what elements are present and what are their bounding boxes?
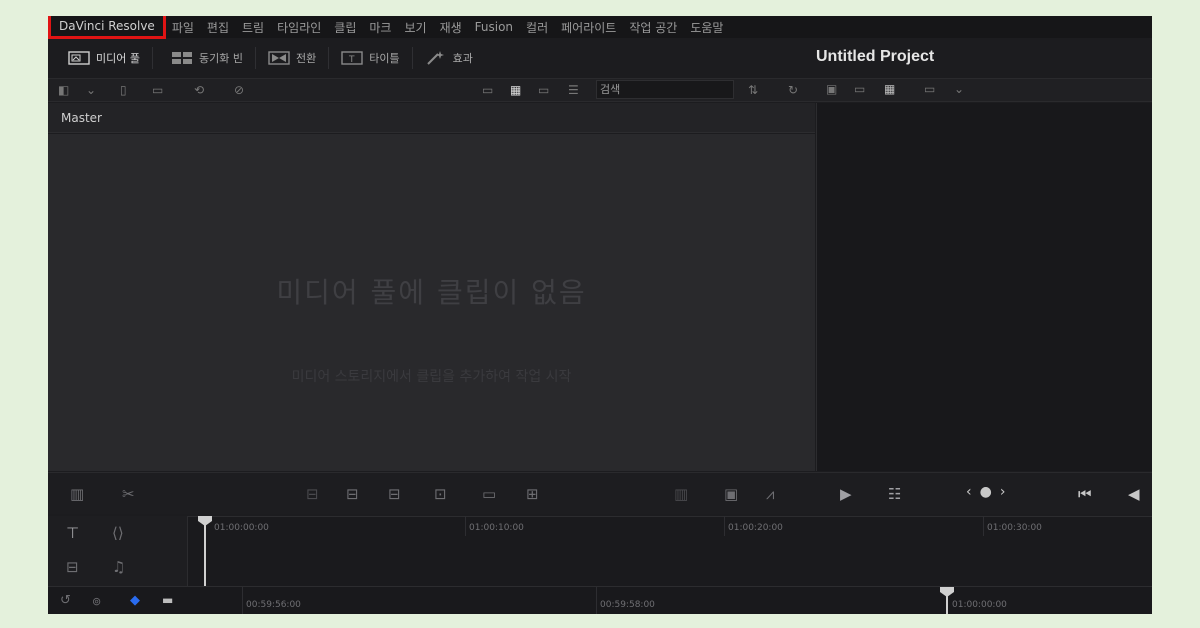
image-icon[interactable]: ▣ xyxy=(826,83,840,95)
mini-timecode-0: 00:59:56:00 xyxy=(246,600,301,610)
insert-track-icon[interactable]: ⊟ xyxy=(66,560,79,575)
playhead-line[interactable] xyxy=(204,524,206,586)
empty-pool-subtitle: 미디어 스토리지에서 클립을 추가하여 작업 시작 xyxy=(291,369,572,385)
menu-fusion[interactable]: Fusion xyxy=(475,20,513,34)
transitions-icon xyxy=(268,50,290,66)
waveform-icon[interactable]: ⩘ xyxy=(766,487,774,502)
timeline-ruler[interactable]: 01:00:00:00 01:00:10:00 01:00:20:00 01:0… xyxy=(188,516,1152,586)
sync-bin-label: 동기화 빈 xyxy=(198,52,243,65)
menu-view[interactable]: 보기 xyxy=(404,19,426,36)
empty-pool-title: 미디어 풀에 클립이 없음 xyxy=(276,276,587,309)
menu-mark[interactable]: 마크 xyxy=(369,19,391,36)
mini-playhead-line[interactable] xyxy=(946,595,948,614)
svg-text:T: T xyxy=(348,55,355,65)
snooze-icon[interactable]: ▥ xyxy=(70,487,84,502)
ruler-tick xyxy=(465,516,466,536)
transitions-label: 전환 xyxy=(295,52,317,65)
mini-timeline[interactable]: ↺ ⊚ ◆ ▬ 00:59:56:00 00:59:58:00 01:00:00… xyxy=(48,586,1152,614)
search-input[interactable]: 검색 xyxy=(596,80,734,99)
menu-fairlight[interactable]: 페어라이트 xyxy=(561,19,616,36)
image-compare-icon[interactable]: ▣ xyxy=(724,487,738,502)
menu-file[interactable]: 파일 xyxy=(172,19,194,36)
effects-button[interactable]: 효과 xyxy=(413,47,485,69)
jump-to-start-icon[interactable]: ⏮ xyxy=(1078,487,1092,502)
sync-audio-icon[interactable]: ▥ xyxy=(674,487,688,502)
lock-track-icon[interactable]: ⊤ xyxy=(66,526,79,541)
media-pool-label: 미디어 풀 xyxy=(96,52,140,65)
play-reverse-icon[interactable]: ◀ xyxy=(1128,487,1140,502)
sync-bin-icon xyxy=(171,50,193,66)
menu-davinci-resolve[interactable]: DaVinci Resolve xyxy=(48,16,166,39)
import-icon[interactable]: ▭ xyxy=(152,84,166,96)
viewer-chevron-down-icon[interactable]: ⌄ xyxy=(954,83,968,95)
adjust-icon[interactable]: ☷ xyxy=(888,487,901,502)
viewer-toolbar: ▣ ▭ ▦ ▭ ⌄ xyxy=(816,78,1152,102)
timecode-20: 01:00:20:00 xyxy=(728,523,783,533)
timecode-10: 01:00:10:00 xyxy=(469,523,524,533)
panel-toggle-icon[interactable]: ◧ xyxy=(58,84,72,96)
menu-color[interactable]: 컬러 xyxy=(526,19,548,36)
filmstrip-icon[interactable]: ▦ xyxy=(884,83,898,95)
mini-timecode-1: 00:59:58:00 xyxy=(600,600,655,610)
timecode-0: 01:00:00:00 xyxy=(214,523,269,533)
timecode-30: 01:00:30:00 xyxy=(987,523,1042,533)
effects-label: 효과 xyxy=(452,52,473,65)
scissors-icon[interactable]: ✂ xyxy=(122,487,135,502)
source-overwrite-icon[interactable]: ⊞ xyxy=(526,487,539,502)
clip-nav-control[interactable]: ‹●› xyxy=(966,484,1013,500)
menu-workspace[interactable]: 작업 공간 xyxy=(629,19,677,36)
bin-header[interactable]: Master xyxy=(48,103,815,133)
mini-timecode-2: 01:00:00:00 xyxy=(952,600,1007,610)
project-title: Untitled Project xyxy=(816,48,935,65)
titles-label: 타이틀 xyxy=(369,52,400,65)
menu-clip[interactable]: 클립 xyxy=(334,19,356,36)
davinci-resolve-window: DaVinci Resolve 파일 편집 트림 타임라인 클립 마크 보기 재… xyxy=(48,16,1152,614)
menu-bar: DaVinci Resolve 파일 편집 트림 타임라인 클립 마크 보기 재… xyxy=(48,16,1152,39)
place-on-top-icon[interactable]: ▭ xyxy=(482,487,496,502)
menu-playback[interactable]: 재생 xyxy=(440,19,462,36)
append-icon[interactable]: ⊟ xyxy=(346,487,359,502)
media-pool-icon xyxy=(68,50,90,66)
menu-help[interactable]: 도움말 xyxy=(690,19,723,36)
mini-tick xyxy=(242,587,243,614)
ripple-overwrite-icon[interactable]: ⊟ xyxy=(388,487,401,502)
filmstrip-view-icon[interactable]: ▭ xyxy=(538,84,552,96)
menu-timeline[interactable]: 타임라인 xyxy=(277,19,321,36)
ruler-tick xyxy=(983,516,984,536)
resolution-icon[interactable]: ▭ xyxy=(854,83,868,95)
smart-insert-icon[interactable]: ⊟ xyxy=(306,487,319,502)
link-clips-icon[interactable]: ⟨⟩ xyxy=(112,526,124,541)
menu-edit[interactable]: 편집 xyxy=(207,19,229,36)
refresh-icon[interactable]: ↻ xyxy=(788,84,802,96)
magic-wand-icon xyxy=(425,50,447,66)
timeline-tools: ⊤ ⟨⟩ ⊟ ♫ xyxy=(48,516,188,586)
mini-tick xyxy=(596,587,597,614)
titles-button[interactable]: T 타이틀 xyxy=(329,47,413,69)
history-icon[interactable]: ↺ xyxy=(60,593,71,608)
sort-icon[interactable]: ⇅ xyxy=(748,84,762,96)
marker-icon[interactable]: ▬ xyxy=(162,593,173,608)
audio-track-icon[interactable]: ♫ xyxy=(112,560,125,575)
new-bin-icon[interactable]: ▯ xyxy=(120,84,134,96)
close-up-icon[interactable]: ⊡ xyxy=(434,487,447,502)
audio-meter-icon[interactable]: ⊚ xyxy=(92,594,101,609)
transitions-button[interactable]: 전환 xyxy=(256,47,330,69)
unlink-icon[interactable]: ⊘ xyxy=(234,84,248,96)
link-icon[interactable]: ⟲ xyxy=(194,84,208,96)
sync-bin-button[interactable]: 동기화 빈 xyxy=(153,47,256,69)
source-viewer[interactable] xyxy=(816,103,1152,471)
shield-icon[interactable]: ◆ xyxy=(130,593,140,608)
list-view-icon[interactable]: ☰ xyxy=(568,84,582,96)
thumbnail-view-icon[interactable]: ▦ xyxy=(510,84,524,96)
media-pool-button[interactable]: 미디어 풀 xyxy=(48,47,153,69)
titles-icon: T xyxy=(341,50,363,66)
metadata-view-icon[interactable]: ▭ xyxy=(482,84,496,96)
viewer-mode-icon[interactable]: ▭ xyxy=(924,83,938,95)
menu-trim[interactable]: 트림 xyxy=(242,19,264,36)
ruler-tick xyxy=(724,516,725,536)
chevron-down-icon[interactable]: ⌄ xyxy=(86,84,100,96)
interface-toolbar: 미디어 풀 동기화 빈 전환 T 타이틀 효과 xyxy=(48,40,1152,76)
play-clip-icon[interactable]: ▶ xyxy=(840,487,852,502)
